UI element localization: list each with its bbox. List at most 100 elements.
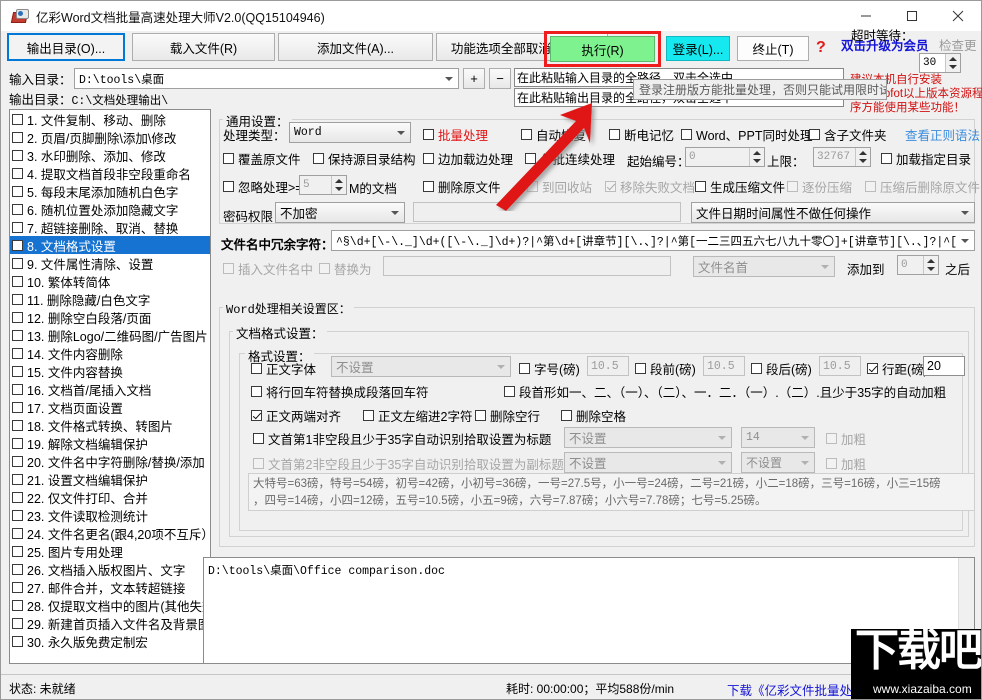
execute-button[interactable]: 执行(R) [550,36,655,62]
process-type-combo[interactable]: Word [289,122,411,143]
line-space-input[interactable]: 20 [923,356,965,376]
list-item[interactable]: 23. 文件读取检测统计 [10,506,210,524]
add-dir-button[interactable]: + [463,68,485,89]
list-item[interactable]: 30. 永久版免费定制宏 [10,632,210,650]
checkbox-box[interactable] [363,410,374,421]
checkbox-box[interactable] [12,527,23,539]
list-item[interactable]: 4. 提取文档首段非空段重命名 [10,164,210,182]
word-ppt-checkbox[interactable]: Word、PPT同时处理 [681,125,812,144]
list-item[interactable]: 10. 繁体转简体 [10,272,210,290]
date-attribute-combo[interactable]: 文件日期时间属性不做任何操作 [691,202,975,223]
checkbox-box[interactable] [525,153,536,164]
batch-process-checkbox[interactable]: 批量处理 [423,125,488,144]
checkbox-box[interactable] [504,386,515,397]
redundant-chars-combo[interactable]: ^§\d+[\-\._]\d+([\-\._]\d+)?|^第\d+[讲章节][… [331,230,975,251]
ignore-size-stepper[interactable] [299,175,347,195]
list-item[interactable]: 25. 图片专用处理 [10,542,210,560]
checkbox-box[interactable] [253,433,264,444]
indent2-checkbox[interactable]: 正文左缩进2字符 [363,406,472,425]
line-space-checkbox[interactable]: 行距(磅) [867,359,928,378]
checkbox-box[interactable] [12,473,23,485]
checkbox-box[interactable] [12,311,23,323]
list-item[interactable]: 7. 超链接删除、取消、替换 [10,218,210,236]
list-item[interactable]: 28. 仅提取文档中的图片(其他失效 [10,596,210,614]
add-to-stepper[interactable] [897,255,939,275]
chevron-down-icon[interactable] [956,203,974,222]
checkbox-box[interactable] [251,386,262,397]
title-style-combo[interactable]: 不设置 [564,427,732,448]
checkbox-box[interactable] [12,401,23,413]
checkbox-box[interactable] [475,410,486,421]
input-dir-combo[interactable]: D:\tools\桌面 [74,68,459,89]
checkbox-box[interactable] [12,167,23,179]
checkbox-box[interactable] [223,153,234,164]
para-start-bold-checkbox[interactable]: 段首形如一、二、（一）、（二）、一．二．（一）.（二）.且少于35字的自动加粗 [504,382,946,401]
overwrite-origin-checkbox[interactable]: 覆盖原文件 [223,149,301,168]
checkbox-box[interactable] [12,149,23,161]
delete-blank-space-checkbox[interactable]: 删除空格 [561,406,626,425]
list-item[interactable]: 2. 页眉/页脚删除\添加\修改 [10,128,210,146]
load-while-process-checkbox[interactable]: 边加载边处理 [423,149,513,168]
checkbox-box[interactable] [12,365,23,377]
checkbox-box[interactable] [12,131,23,143]
list-item[interactable]: 24. 文件名更名(跟4,20项不互斥） [10,524,210,542]
checkbox-box[interactable] [12,617,23,629]
list-item[interactable]: 20. 文件名中字符删除/替换/添加 [10,452,210,470]
font-size-checkbox[interactable]: 字号(磅) [519,359,580,378]
replace-with-input[interactable] [383,256,671,276]
list-item[interactable]: 8. 文档格式设置 [10,236,210,254]
chevron-down-icon[interactable] [816,257,834,276]
stop-button[interactable]: 终止(T) [737,36,809,61]
list-item[interactable]: 13. 删除Logo/二维码图/广告图片 [10,326,210,344]
remove-dir-button[interactable]: − [489,68,511,89]
checkbox-box[interactable] [867,363,878,374]
list-item[interactable]: 3. 水印删除、添加、修改 [10,146,210,164]
checkbox-box[interactable] [12,329,23,341]
checkbox-box[interactable] [12,113,23,125]
checkbox-box[interactable] [423,181,434,192]
name-position-combo[interactable]: 文件名首 [693,256,835,277]
chevron-down-icon[interactable] [796,428,814,447]
gen-zip-checkbox[interactable]: 生成压缩文件 [695,177,785,196]
space-after-checkbox[interactable]: 段后(磅) [751,359,812,378]
ignore-size-checkbox[interactable]: 忽略处理>= [223,177,303,196]
power-memory-checkbox[interactable]: 断电记忆 [609,125,674,144]
list-item[interactable]: 6. 随机位置处添加隐藏文字 [10,200,210,218]
justify-checkbox[interactable]: 正文两端对齐 [251,406,341,425]
checkbox-box[interactable] [12,293,23,305]
list-item[interactable]: 22. 仅文件打印、合并 [10,488,210,506]
keep-structure-checkbox[interactable]: 保持源目录结构 [313,149,416,168]
checkbox-box[interactable] [423,153,434,164]
delete-blank-line-checkbox[interactable]: 删除空行 [475,406,540,425]
list-item[interactable]: 18. 文件格式转换、转图片 [10,416,210,434]
checkbox-box[interactable] [12,563,23,575]
with-subfolder-checkbox[interactable]: 含子文件夹 [809,125,887,144]
body-font-checkbox[interactable]: 正文字体 [251,359,316,378]
list-item[interactable]: 16. 文档首/尾插入文档 [10,380,210,398]
list-item[interactable]: 17. 文档页面设置 [10,398,210,416]
list-item[interactable]: 27. 邮件合并，文本转超链接 [10,578,210,596]
space-after-input[interactable]: 10.5 [819,356,861,376]
help-icon[interactable]: ? [816,39,826,57]
list-item[interactable]: 1. 文件复制、移动、删除 [10,110,210,128]
timeout-stepper[interactable] [919,53,961,73]
space-before-input[interactable]: 10.5 [703,356,745,376]
chevron-down-icon[interactable] [956,231,974,250]
checkbox-box[interactable] [12,581,23,593]
checkbox-box[interactable] [251,410,262,421]
checkbox-box[interactable] [223,181,234,192]
title-size-combo[interactable]: 14 [741,427,815,448]
checkbox-box[interactable] [521,129,532,140]
checkbox-box[interactable] [681,129,692,140]
add-to-arrows[interactable] [923,256,938,274]
delete-origin-checkbox[interactable]: 删除原文件 [423,177,501,196]
checkbox-box[interactable] [12,437,23,449]
list-item[interactable]: 29. 新建首页插入文件名及背景图 [10,614,210,632]
space-before-checkbox[interactable]: 段前(磅) [635,359,696,378]
subtitle-style-combo[interactable]: 不设置 [564,452,732,473]
list-item[interactable]: 19. 解除文档编辑保护 [10,434,210,452]
login-button[interactable]: 登录(L)... [666,36,730,61]
list-item[interactable]: 15. 文件内容替换 [10,362,210,380]
password-permission-combo[interactable]: 不加密 [275,202,405,223]
checkbox-box[interactable] [635,363,646,374]
